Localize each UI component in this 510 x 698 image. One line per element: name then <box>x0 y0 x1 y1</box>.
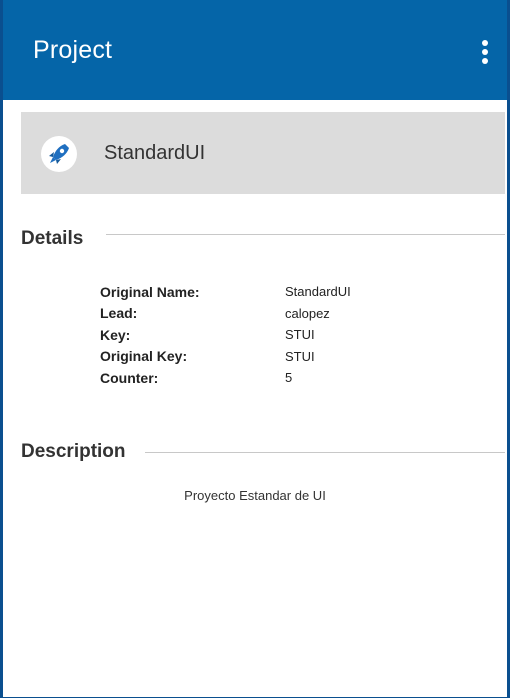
details-table: Original Name: StandardUI Lead: calopez … <box>100 281 351 389</box>
detail-value: 5 <box>285 370 293 386</box>
detail-label: Original Name: <box>100 283 200 300</box>
description-divider <box>145 452 505 453</box>
detail-row: Counter: 5 <box>100 367 351 389</box>
detail-row: Key: STUI <box>100 324 351 346</box>
detail-label: Original Key: <box>100 348 188 365</box>
details-heading: Details <box>21 228 84 249</box>
project-card[interactable]: StandardUI <box>21 112 505 194</box>
detail-row: Original Name: StandardUI <box>100 281 351 303</box>
detail-row: Original Key: STUI <box>100 346 351 368</box>
detail-label: Key: <box>100 326 131 343</box>
menu-dot <box>482 49 488 55</box>
menu-dot <box>482 58 488 64</box>
rocket-icon <box>41 136 77 172</box>
detail-value: StandardUI <box>285 284 351 300</box>
details-divider <box>106 234 505 235</box>
project-screen: Project StandardUI Details Original Name… <box>0 0 510 698</box>
project-name: StandardUI <box>104 142 206 164</box>
detail-row: Lead: calopez <box>100 303 351 325</box>
app-bar: Project <box>3 0 507 100</box>
detail-value: STUI <box>285 348 315 364</box>
description-text: Proyecto Estandar de UI <box>184 488 326 503</box>
detail-value: calopez <box>285 305 330 321</box>
detail-label: Lead: <box>100 305 138 322</box>
page-title: Project <box>33 36 113 64</box>
menu-dot <box>482 40 488 46</box>
detail-label: Counter: <box>100 369 159 386</box>
description-heading: Description <box>21 441 126 462</box>
detail-value: STUI <box>285 327 315 343</box>
more-vert-icon[interactable] <box>473 34 497 70</box>
